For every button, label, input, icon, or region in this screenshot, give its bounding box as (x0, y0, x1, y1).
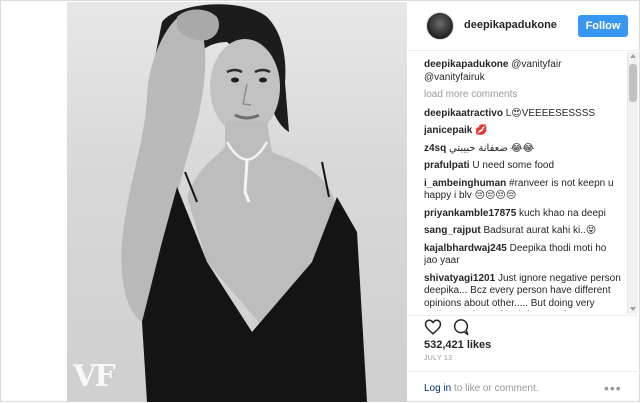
post-actions: 532,421 likes JULY 13 Log in to like or … (408, 315, 640, 402)
follow-button[interactable]: Follow (578, 15, 628, 37)
comment-username[interactable]: janicepaik (424, 125, 472, 136)
more-options-icon[interactable]: ••• (604, 380, 622, 396)
comment-icon[interactable] (452, 318, 470, 341)
comment-item: i_ambeinghuman #ranveer is not keepn u h… (424, 178, 622, 203)
likes-count[interactable]: 532,421 likes (424, 339, 491, 351)
comment-item: priyankamble17875 kuch khao na deepi (424, 208, 622, 221)
caption-username[interactable]: deepikapadukone (424, 59, 508, 70)
login-prompt: Log in to like or comment. (424, 383, 539, 394)
comment-item: sang_rajput Badsurat aurat kahi ki..😝 (424, 225, 622, 238)
comment-username[interactable]: prafulpati (424, 160, 470, 171)
instagram-post-embed: VF deepikapadukone Follow deepikapadukon… (0, 0, 640, 402)
load-more-comments-link[interactable]: load more comments (424, 89, 622, 102)
scroll-down-arrow-icon[interactable] (630, 307, 636, 311)
comment-text: L😍VEEEESESSSS (502, 107, 596, 119)
login-link[interactable]: Log in (424, 383, 451, 394)
post-header: deepikapadukone Follow (408, 2, 640, 51)
comment-username[interactable]: i_ambeinghuman (424, 178, 506, 189)
header-username[interactable]: deepikapadukone (464, 19, 557, 31)
comment-username[interactable]: priyankamble17875 (424, 208, 516, 219)
portrait-illustration (121, 4, 367, 402)
login-prompt-rest: to like or comment. (451, 383, 539, 394)
vanity-fair-logo: VF (73, 359, 116, 394)
post-caption: deepikapadukone @vanityfair @vanityfairu… (424, 59, 622, 84)
comment-text: 💋 (472, 125, 488, 136)
comment-item: kajalbhardwaj245 Deepika thodi moti ho j… (424, 243, 622, 268)
post-date[interactable]: JULY 13 (424, 355, 452, 362)
scroll-up-arrow-icon[interactable] (630, 54, 636, 58)
comment-item: shivatyagi1201 Just ignore negative pers… (424, 273, 622, 312)
comment-item: deepikaatractivo L😍VEEEESESSSS (424, 108, 622, 121)
comment-username[interactable]: kajalbhardwaj245 (424, 243, 507, 254)
avatar[interactable] (426, 12, 454, 40)
comment-item: janicepaik 💋 (424, 125, 622, 138)
comments-list: deepikapadukone @vanityfair @vanityfairu… (424, 59, 622, 311)
comment-text: Badsurat aurat kahi ki..😝 (480, 225, 597, 236)
heart-icon[interactable] (424, 318, 442, 341)
comment-text: ضعفانة حبيبتي 😂😂 (446, 142, 535, 154)
comment-username[interactable]: sang_rajput (424, 225, 481, 236)
comment-text: kuch khao na deepi (516, 207, 606, 219)
comment-username[interactable]: shivatyagi1201 (424, 273, 495, 284)
post-sidebar: deepikapadukone Follow deepikapadukone @… (408, 2, 640, 402)
comment-username[interactable]: deepikaatractivo (424, 108, 503, 119)
comment-text: U need some food (469, 160, 555, 171)
comment-item: prafulpati U need some food (424, 160, 622, 173)
scroll-thumb[interactable] (629, 64, 637, 102)
post-photo[interactable]: VF (67, 2, 407, 402)
comment-item: z4sq ضعفانة حبيبتي 😂😂 (424, 143, 622, 156)
comments-scrollbar[interactable] (627, 52, 638, 314)
login-bar: Log in to like or comment. ••• (408, 371, 640, 403)
comment-username[interactable]: z4sq (424, 143, 446, 154)
